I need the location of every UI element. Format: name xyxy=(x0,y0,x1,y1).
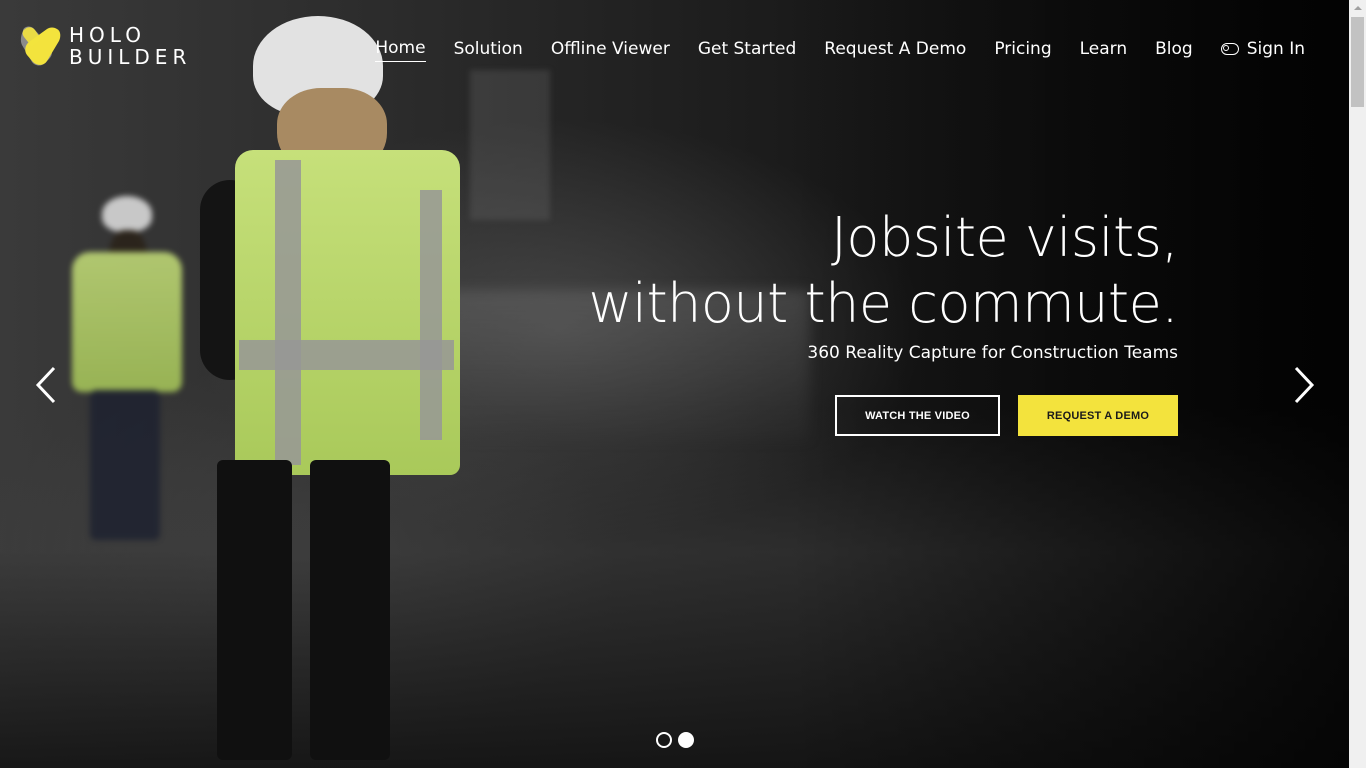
hero-subheadline: 360 Reality Capture for Construction Tea… xyxy=(807,343,1178,363)
scroll-up-arrow[interactable] xyxy=(1349,0,1366,17)
carousel-dots xyxy=(656,732,694,748)
carousel-next-button[interactable] xyxy=(1292,366,1316,404)
sign-in-link[interactable]: Sign In xyxy=(1220,37,1305,61)
carousel-dot-2[interactable] xyxy=(678,732,694,748)
hero-headline-line-2: without the commute. xyxy=(588,272,1178,335)
hero-headline-line-1: Jobsite visits, xyxy=(830,206,1179,269)
page-scrollbar[interactable] xyxy=(1349,0,1366,768)
site-header: HOLO BUILDER Home Solution Offline Viewe… xyxy=(0,0,1349,95)
nav-item-blog[interactable]: Blog xyxy=(1155,37,1193,61)
nav-item-solution[interactable]: Solution xyxy=(454,37,523,61)
chevron-right-icon xyxy=(1294,366,1315,404)
nav-item-get-started[interactable]: Get Started xyxy=(698,37,796,61)
background-worker-near xyxy=(195,10,475,768)
hero-cta-row: WATCH THE VIDEO REQUEST A DEMO xyxy=(538,395,1178,436)
hero-headline: Jobsite visits, without the commute. xyxy=(538,205,1178,337)
logo-mark-icon xyxy=(19,25,63,67)
main-nav: Home Solution Offline Viewer Get Started… xyxy=(347,36,1305,62)
logo-line-1: HOLO xyxy=(69,23,146,47)
logo-line-2: BUILDER xyxy=(69,45,192,69)
holobuilder-logo[interactable]: HOLO BUILDER xyxy=(19,24,191,68)
chevron-left-icon xyxy=(35,366,56,404)
nav-item-home[interactable]: Home xyxy=(375,36,426,62)
watch-video-button[interactable]: WATCH THE VIDEO xyxy=(835,395,1000,436)
carousel-prev-button[interactable] xyxy=(34,366,58,404)
hero-content: Jobsite visits, without the commute. 360… xyxy=(538,205,1179,436)
background-worker-far xyxy=(60,190,200,550)
nav-item-request-a-demo[interactable]: Request A Demo xyxy=(824,37,966,61)
scrollbar-thumb[interactable] xyxy=(1351,17,1364,107)
logo-wordmark: HOLO BUILDER xyxy=(69,24,191,68)
carousel-dot-1[interactable] xyxy=(656,732,672,748)
nav-item-pricing[interactable]: Pricing xyxy=(994,37,1051,61)
nav-item-learn[interactable]: Learn xyxy=(1080,37,1128,61)
request-demo-button[interactable]: REQUEST A DEMO xyxy=(1018,395,1178,436)
nav-item-offline-viewer[interactable]: Offline Viewer xyxy=(551,37,670,61)
sign-in-label: Sign In xyxy=(1246,39,1305,59)
viewport: HOLO BUILDER Home Solution Offline Viewe… xyxy=(0,0,1349,768)
toggle-icon xyxy=(1220,43,1239,55)
